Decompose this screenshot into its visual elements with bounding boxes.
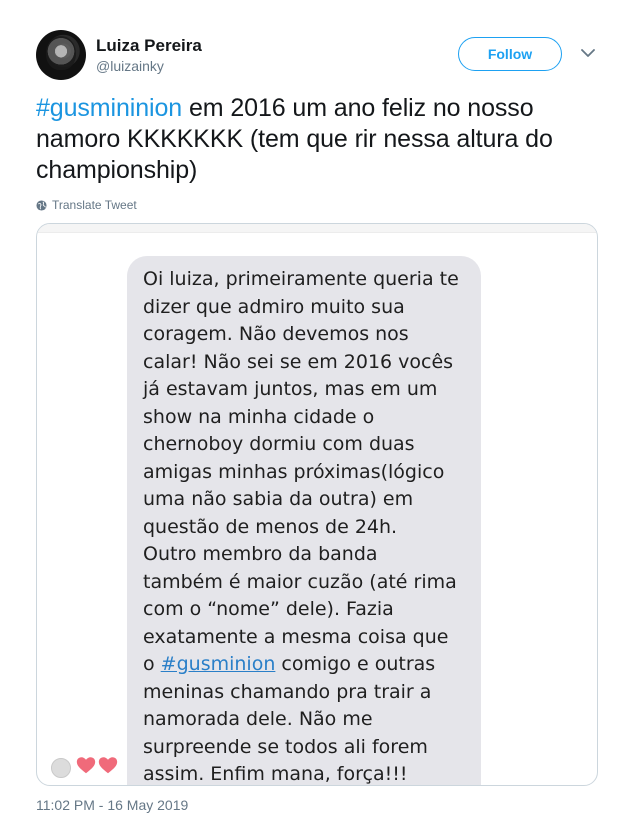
message-line: uma não sabia da outra) em <box>143 488 414 510</box>
tweet-text: #gusmininion em 2016 um ano feliz no nos… <box>36 93 606 186</box>
message-line: assim. Enfim mana, força!!! <box>143 763 408 785</box>
message-line: coragem. Não devemos nos <box>143 323 409 345</box>
image-top-edge <box>37 224 597 233</box>
message-line: amigas minhas próximas(lógico <box>143 460 445 483</box>
message-text: comigo e outras <box>275 653 436 675</box>
message-line: também é maior cuzão (até rima <box>143 570 457 593</box>
message-reactions <box>43 746 133 785</box>
message-line: o #gusminion comigo e outras <box>143 651 465 679</box>
tweet-header: Luiza Pereira @luizainky Follow <box>0 0 630 90</box>
message-line: surpreende se todos ali forem <box>143 735 428 758</box>
follow-button[interactable]: Follow <box>458 37 562 71</box>
message-line: com o “nome” dele). Fazia <box>143 598 394 620</box>
message-bubble: Oi luiza, primeiramente queria te dizer … <box>127 256 481 785</box>
message-line: já estavam juntos, mas em um <box>143 378 438 400</box>
author-handle[interactable]: @luizainky <box>96 57 164 75</box>
message-line: Oi luiza, primeiramente queria te <box>143 268 459 290</box>
message-hashtag-link[interactable]: #gusminion <box>161 653 276 675</box>
message-line: calar! Não sei se em 2016 vocês <box>143 350 454 373</box>
message-line: meninas chamando pra trair a <box>143 680 432 703</box>
heart-icon <box>76 757 96 774</box>
message-line: show na minha cidade o <box>143 405 375 428</box>
message-line: namorada dele. Não me <box>143 708 373 730</box>
message-line: dizer que admiro muito sua <box>143 295 405 318</box>
globe-icon <box>36 199 47 211</box>
translate-label: Translate Tweet <box>52 198 137 212</box>
chevron-down-icon[interactable] <box>580 45 596 61</box>
tweet-hashtag[interactable]: #gusmininion <box>36 94 182 122</box>
tweet-timestamp[interactable]: 11:02 PM - 16 May 2019 <box>36 797 188 813</box>
heart-icon <box>98 757 118 774</box>
message-line: chernoboy dormiu com duas <box>143 433 415 455</box>
message-line: questão de menos de 24h. <box>143 515 398 538</box>
attached-image[interactable]: Oi luiza, primeiramente queria te dizer … <box>36 223 598 786</box>
message-text: o <box>143 653 161 675</box>
reaction-icon <box>51 758 71 778</box>
message-line: Outro membro da banda <box>143 543 378 565</box>
translate-tweet-link[interactable]: Translate Tweet <box>36 198 137 212</box>
avatar[interactable] <box>36 30 86 80</box>
author-name[interactable]: Luiza Pereira <box>96 36 202 56</box>
message-line: exatamente a mesma coisa que <box>143 625 449 648</box>
